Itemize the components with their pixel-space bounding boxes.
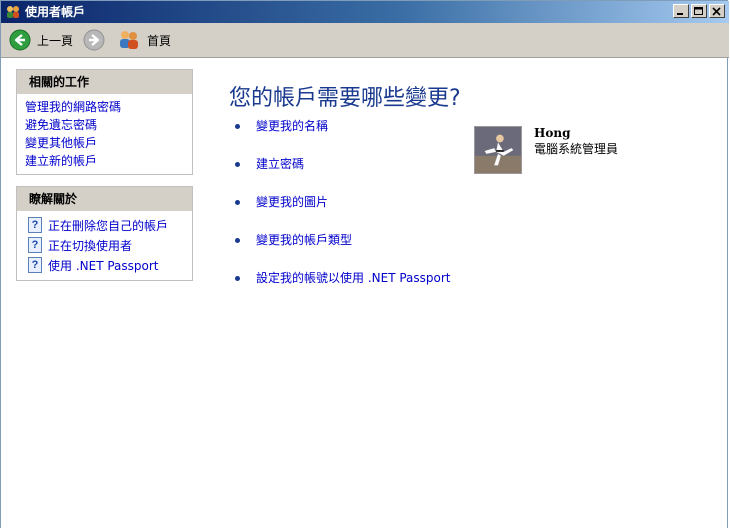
users-icon — [7, 6, 19, 18]
task-item: 建立密碼 — [235, 156, 451, 194]
help-icon: ? — [28, 237, 42, 253]
back-arrow-icon — [9, 29, 31, 51]
related-tasks-panel: 相關的工作 管理我的網路密碼 避免遺忘密碼 變更其他帳戶 建立新的帳戶 — [16, 69, 193, 175]
task-link[interactable]: 設定我的帳號以使用 .NET Passport — [256, 270, 451, 286]
minimize-button[interactable] — [673, 4, 689, 18]
user-name: Hong — [534, 126, 571, 140]
back-label: 上一頁 — [37, 33, 74, 48]
learn-about-label: 正在切換使用者 — [48, 238, 133, 253]
task-link[interactable]: 變更我的名稱 — [256, 118, 328, 134]
title-bar[interactable]: 使用者帳戶 — [1, 1, 729, 23]
bullet-icon — [235, 200, 240, 205]
user-info: Hong 電腦系統管理員 — [534, 126, 618, 174]
task-link[interactable]: 變更我的帳戶類型 — [256, 232, 352, 248]
bullet-icon — [235, 276, 240, 281]
bullet-icon — [235, 124, 240, 129]
maximize-button[interactable] — [691, 4, 707, 18]
learn-about-label: 正在刪除您自己的帳戶 — [48, 218, 169, 233]
page-title: 您的帳戶需要哪些變更? — [229, 86, 461, 111]
user-role: 電腦系統管理員 — [534, 142, 619, 156]
learn-about-item[interactable]: ? 使用 .NET Passport — [25, 255, 192, 275]
window-title: 使用者帳戶 — [25, 5, 86, 19]
related-task-link[interactable]: 變更其他帳戶 — [25, 134, 192, 152]
maximize-icon — [694, 7, 703, 15]
related-tasks-title: 相關的工作 — [17, 70, 192, 94]
bullet-icon — [235, 162, 240, 167]
users-home-icon — [120, 31, 138, 49]
home-label: 首頁 — [147, 33, 172, 48]
bullet-icon — [235, 238, 240, 243]
task-item: 變更我的圖片 — [235, 194, 451, 232]
related-task-link[interactable]: 管理我的網路密碼 — [25, 98, 192, 116]
window-controls — [673, 4, 725, 18]
forward-arrow-icon — [83, 29, 105, 51]
help-icon: ? — [28, 217, 42, 233]
learn-about-label: 使用 .NET Passport — [48, 258, 159, 273]
user-accounts-window: 使用者帳戶 上一頁 首頁 相關的工作 管理我的網路密碼 避免遺忘密碼 變更其他帳… — [0, 0, 729, 528]
user-picture — [474, 126, 522, 174]
learn-about-item[interactable]: ? 正在切換使用者 — [25, 235, 192, 255]
forward-button[interactable] — [83, 27, 105, 53]
related-task-link[interactable]: 避免遺忘密碼 — [25, 116, 192, 134]
task-item: 設定我的帳號以使用 .NET Passport — [235, 270, 451, 308]
task-link[interactable]: 變更我的圖片 — [256, 194, 328, 210]
user-card: Hong 電腦系統管理員 — [474, 126, 618, 174]
close-icon — [712, 7, 721, 16]
minimize-icon — [677, 13, 683, 15]
learn-about-panel: 瞭解關於 ? 正在刪除您自己的帳戶 ? 正在切換使用者 ? 使用 .NET Pa… — [16, 186, 193, 281]
task-item: 變更我的名稱 — [235, 118, 451, 156]
close-button[interactable] — [709, 4, 725, 18]
related-task-link[interactable]: 建立新的帳戶 — [25, 152, 192, 170]
back-button[interactable]: 上一頁 — [9, 27, 73, 53]
learn-about-title: 瞭解關於 — [17, 187, 192, 211]
task-list: 變更我的名稱 建立密碼 變更我的圖片 變更我的帳戶類型 設定我的帳號以使用 .N… — [235, 118, 451, 308]
content-area: 相關的工作 管理我的網路密碼 避免遺忘密碼 變更其他帳戶 建立新的帳戶 瞭解關於… — [1, 58, 727, 528]
home-button[interactable]: 首頁 — [117, 27, 171, 53]
task-link[interactable]: 建立密碼 — [256, 156, 304, 172]
help-icon: ? — [28, 257, 42, 273]
learn-about-item[interactable]: ? 正在刪除您自己的帳戶 — [25, 215, 192, 235]
task-item: 變更我的帳戶類型 — [235, 232, 451, 270]
toolbar: 上一頁 首頁 — [1, 23, 729, 58]
